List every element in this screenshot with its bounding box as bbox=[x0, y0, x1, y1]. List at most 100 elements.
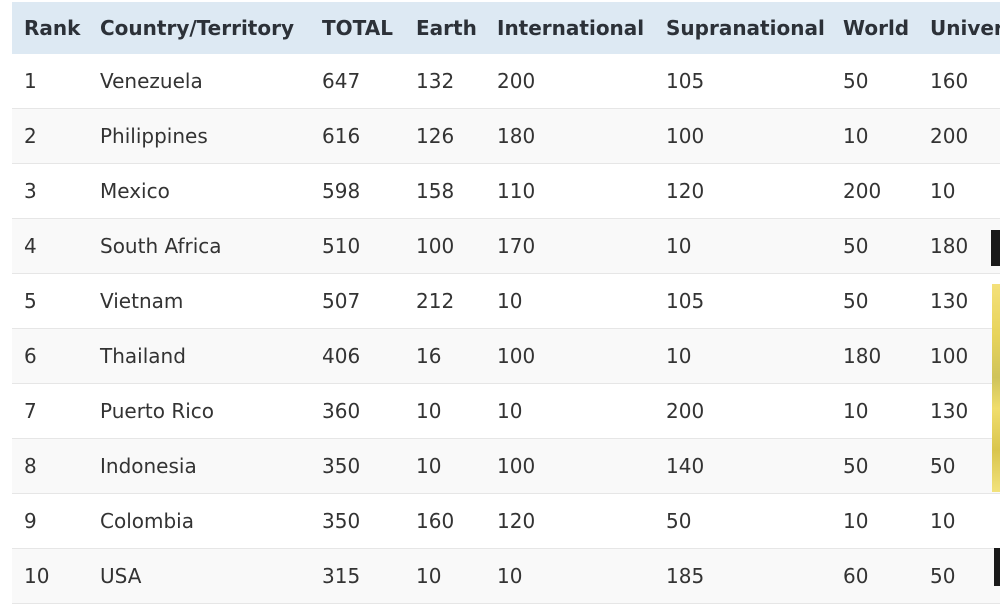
cell-earth: 10 bbox=[416, 454, 442, 478]
cell-country: Mexico bbox=[100, 179, 170, 203]
table-row: 3 Mexico 598 158 110 120 200 10 bbox=[12, 164, 1000, 219]
header-international[interactable]: International bbox=[497, 2, 644, 54]
cell-total: 507 bbox=[322, 289, 361, 313]
cell-international: 120 bbox=[497, 509, 536, 533]
header-total[interactable]: TOTAL bbox=[322, 2, 393, 54]
cell-rank: 10 bbox=[24, 564, 50, 588]
table-header-row: Rank Country/Territory TOTAL Earth Inter… bbox=[12, 2, 1000, 54]
cell-rank: 6 bbox=[24, 344, 37, 368]
side-image-fragment bbox=[991, 230, 1000, 266]
cell-supranational: 50 bbox=[666, 509, 692, 533]
cell-earth: 132 bbox=[416, 69, 455, 93]
table-row: 7 Puerto Rico 360 10 10 200 10 130 bbox=[12, 384, 1000, 439]
header-rank[interactable]: Rank bbox=[24, 2, 80, 54]
cell-international: 110 bbox=[497, 179, 536, 203]
table-row: 4 South Africa 510 100 170 10 50 180 bbox=[12, 219, 1000, 274]
cell-supranational: 105 bbox=[666, 69, 705, 93]
cell-country: Indonesia bbox=[100, 454, 197, 478]
cell-universe: 130 bbox=[930, 289, 969, 313]
cell-earth: 10 bbox=[416, 564, 442, 588]
table-body: 1 Venezuela 647 132 200 105 50 160 2 Philippines 6… bbox=[12, 54, 1000, 604]
cell-country: Colombia bbox=[100, 509, 194, 533]
cell-supranational: 140 bbox=[666, 454, 705, 478]
cell-international: 100 bbox=[497, 454, 536, 478]
cell-total: 360 bbox=[322, 399, 361, 423]
header-earth[interactable]: Earth bbox=[416, 2, 477, 54]
cell-international: 180 bbox=[497, 124, 536, 148]
cell-rank: 2 bbox=[24, 124, 37, 148]
table-row: 6 Thailand 406 16 100 10 180 100 bbox=[12, 329, 1000, 384]
side-image-fragment bbox=[994, 548, 1000, 586]
side-image-fragment bbox=[992, 284, 1000, 492]
table-row: 9 Colombia 350 160 120 50 10 10 bbox=[12, 494, 1000, 549]
cell-international: 200 bbox=[497, 69, 536, 93]
cell-supranational: 10 bbox=[666, 234, 692, 258]
cell-world: 60 bbox=[843, 564, 869, 588]
cell-rank: 7 bbox=[24, 399, 37, 423]
cell-world: 50 bbox=[843, 289, 869, 313]
cell-earth: 126 bbox=[416, 124, 455, 148]
cell-total: 510 bbox=[322, 234, 361, 258]
cell-universe: 130 bbox=[930, 399, 969, 423]
cell-total: 350 bbox=[322, 509, 361, 533]
cell-international: 100 bbox=[497, 344, 536, 368]
cell-supranational: 105 bbox=[666, 289, 705, 313]
cell-universe: 100 bbox=[930, 344, 969, 368]
cell-country: South Africa bbox=[100, 234, 222, 258]
cell-universe: 50 bbox=[930, 564, 956, 588]
cell-international: 170 bbox=[497, 234, 536, 258]
header-supranational[interactable]: Supranational bbox=[666, 2, 825, 54]
cell-universe: 10 bbox=[930, 179, 956, 203]
cell-international: 10 bbox=[497, 399, 523, 423]
cell-supranational: 120 bbox=[666, 179, 705, 203]
cell-rank: 4 bbox=[24, 234, 37, 258]
table-row: 8 Indonesia 350 10 100 140 50 50 bbox=[12, 439, 1000, 494]
cell-world: 180 bbox=[843, 344, 882, 368]
header-country[interactable]: Country/Territory bbox=[100, 2, 294, 54]
cell-earth: 160 bbox=[416, 509, 455, 533]
cell-rank: 1 bbox=[24, 69, 37, 93]
cell-country: Venezuela bbox=[100, 69, 203, 93]
cell-country: Thailand bbox=[100, 344, 186, 368]
cell-earth: 100 bbox=[416, 234, 455, 258]
cell-country: Vietnam bbox=[100, 289, 184, 313]
cell-world: 50 bbox=[843, 454, 869, 478]
header-world[interactable]: World bbox=[843, 2, 909, 54]
cell-rank: 8 bbox=[24, 454, 37, 478]
cell-world: 10 bbox=[843, 124, 869, 148]
cell-universe: 180 bbox=[930, 234, 969, 258]
cell-world: 200 bbox=[843, 179, 882, 203]
cell-international: 10 bbox=[497, 289, 523, 313]
cell-world: 50 bbox=[843, 69, 869, 93]
cell-world: 10 bbox=[843, 509, 869, 533]
cell-total: 315 bbox=[322, 564, 361, 588]
cell-supranational: 10 bbox=[666, 344, 692, 368]
table-row: 2 Philippines 616 126 180 100 10 200 bbox=[12, 109, 1000, 164]
cell-rank: 3 bbox=[24, 179, 37, 203]
table-row: 10 USA 315 10 10 185 60 50 bbox=[12, 549, 1000, 604]
cell-total: 616 bbox=[322, 124, 361, 148]
cell-rank: 9 bbox=[24, 509, 37, 533]
cell-earth: 16 bbox=[416, 344, 442, 368]
cell-rank: 5 bbox=[24, 289, 37, 313]
cell-supranational: 100 bbox=[666, 124, 705, 148]
table-row: 1 Venezuela 647 132 200 105 50 160 bbox=[12, 54, 1000, 109]
cell-world: 10 bbox=[843, 399, 869, 423]
cell-earth: 10 bbox=[416, 399, 442, 423]
cell-supranational: 185 bbox=[666, 564, 705, 588]
header-universe[interactable]: Universe bbox=[930, 2, 1000, 54]
cell-universe: 160 bbox=[930, 69, 969, 93]
cell-universe: 50 bbox=[930, 454, 956, 478]
cell-universe: 200 bbox=[930, 124, 969, 148]
cell-total: 406 bbox=[322, 344, 361, 368]
cell-total: 350 bbox=[322, 454, 361, 478]
cell-world: 50 bbox=[843, 234, 869, 258]
cell-total: 598 bbox=[322, 179, 361, 203]
table-row: 5 Vietnam 507 212 10 105 50 130 bbox=[12, 274, 1000, 329]
cell-country: Philippines bbox=[100, 124, 208, 148]
ranking-table: Rank Country/Territory TOTAL Earth Inter… bbox=[12, 2, 1000, 604]
cell-country: USA bbox=[100, 564, 142, 588]
cell-universe: 10 bbox=[930, 509, 956, 533]
cell-supranational: 200 bbox=[666, 399, 705, 423]
cell-earth: 212 bbox=[416, 289, 455, 313]
